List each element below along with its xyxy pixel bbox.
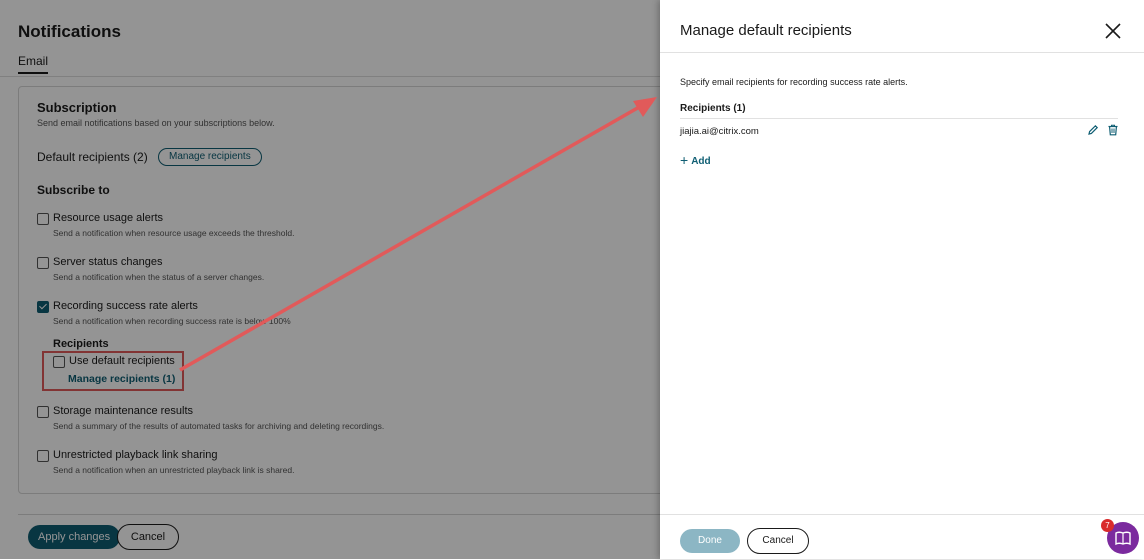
apply-changes-button[interactable]: Apply changes (28, 525, 121, 549)
checkbox[interactable] (37, 257, 49, 269)
recipients-divider (680, 118, 1118, 119)
page-cancel-button[interactable]: Cancel (117, 524, 179, 550)
checkbox-checked[interactable] (37, 301, 49, 313)
panel-cancel-button[interactable]: Cancel (747, 528, 809, 554)
option-description: Send a notification when recording succe… (53, 316, 291, 326)
checkbox[interactable] (37, 450, 49, 462)
add-label: Add (691, 156, 711, 167)
notification-badge: 7 (1101, 519, 1114, 532)
manage-recipients-button[interactable]: Manage recipients (158, 148, 262, 166)
annotation-highlight-box (42, 351, 184, 391)
subscription-card (18, 86, 680, 494)
pencil-icon[interactable] (1087, 124, 1099, 136)
tab-divider (0, 76, 660, 77)
option-description: Send a notification when resource usage … (53, 228, 295, 238)
recipient-email: jiajia.ai@citrix.com (680, 126, 759, 137)
trash-icon[interactable] (1107, 124, 1119, 136)
panel-recipients-heading: Recipients (1) (680, 103, 746, 114)
option-description: Send a notification when the status of a… (53, 272, 265, 282)
book-icon (1115, 531, 1131, 546)
subscribe-to-heading: Subscribe to (37, 183, 110, 197)
plus-icon: + (680, 152, 689, 168)
tab-email[interactable]: Email (18, 54, 49, 74)
panel-description: Specify email recipients for recording s… (680, 77, 908, 87)
notifications-page: Notifications Email Subscription Send em… (0, 0, 680, 560)
subscription-description: Send email notifications based on your s… (37, 118, 275, 128)
panel-title: Manage default recipients (680, 22, 852, 39)
subscription-title: Subscription (37, 100, 117, 115)
checkbox[interactable] (37, 406, 49, 418)
page-title: Notifications (18, 22, 121, 41)
option-label: Server status changes (53, 256, 163, 268)
option-description: Send a summary of the results of automat… (53, 421, 385, 431)
option-description: Send a notification when an unrestricted… (53, 465, 295, 475)
add-recipient-button[interactable]: + Add (680, 152, 711, 168)
option-label: Storage maintenance results (53, 405, 194, 417)
option-label: Resource usage alerts (53, 212, 164, 224)
checkbox[interactable] (37, 213, 49, 225)
recipients-heading: Recipients (53, 338, 109, 350)
manage-recipients-panel: Manage default recipients Specify email … (660, 0, 1144, 559)
panel-header: Manage default recipients (660, 0, 1144, 53)
option-label: Recording success rate alerts (53, 300, 198, 312)
option-label: Unrestricted playback link sharing (53, 449, 218, 461)
default-recipients-label: Default recipients (2) (37, 150, 148, 164)
done-button[interactable]: Done (680, 529, 740, 553)
close-icon[interactable] (1104, 22, 1122, 40)
